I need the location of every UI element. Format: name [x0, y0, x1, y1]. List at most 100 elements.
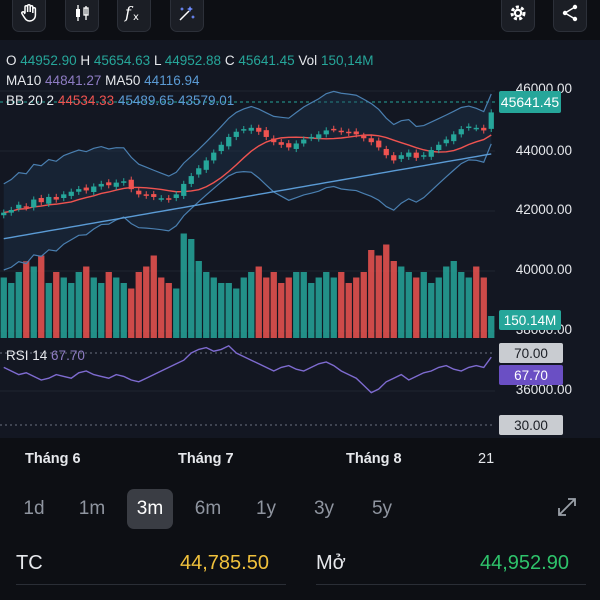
volume-bar: [240, 277, 247, 338]
volume-bar: [233, 288, 240, 338]
volume-bar: [375, 255, 382, 338]
volume-bar: [143, 266, 150, 338]
volume-bar: [195, 261, 202, 338]
close-label: C: [224, 53, 235, 68]
y-tick: 40000.00: [515, 262, 572, 277]
ma50-value: 44116.94: [144, 73, 200, 88]
volume-bar: [38, 255, 45, 338]
volume-bar: [188, 239, 195, 338]
volume-bar: [8, 283, 15, 338]
volume-badge: 150.14M: [499, 310, 561, 330]
period-1d[interactable]: 1d: [11, 489, 57, 529]
volume-bar: [353, 277, 360, 338]
volume-bar: [165, 283, 172, 338]
magic-indicator-icon[interactable]: [170, 0, 204, 32]
candle-body: [211, 152, 217, 161]
candle-body: [106, 182, 112, 186]
candlestick-icon[interactable]: [65, 0, 99, 32]
day-label: 21: [478, 451, 495, 467]
period-1y[interactable]: 1y: [243, 489, 289, 529]
volume-bar: [120, 283, 127, 338]
period-6m[interactable]: 6m: [185, 489, 231, 529]
tc-label: TC: [16, 552, 43, 574]
volume-bar: [330, 277, 337, 338]
candle-body: [316, 134, 322, 139]
stats-panel: TC 44,785.50 Mở 44,952.90: [0, 540, 600, 600]
price-chart[interactable]: O 44952.90 H 45654.63 L 44952.88 C 45641…: [0, 40, 600, 438]
candle-body: [233, 131, 239, 137]
volume-bar: [203, 272, 210, 338]
volume-bar: [30, 266, 37, 338]
volume-bar: [83, 266, 90, 338]
volume-bar: [443, 266, 450, 338]
volume-bar: [113, 277, 120, 338]
volume-bar: [53, 272, 60, 338]
candle-body: [481, 127, 487, 131]
volume-bar: [270, 272, 277, 338]
rsi-value-badge: 67.70: [499, 365, 563, 385]
high-value: 45654.63: [93, 53, 151, 68]
period-3m[interactable]: 3m: [127, 489, 173, 529]
share-icon[interactable]: [553, 0, 587, 32]
settings-gear-icon[interactable]: [501, 0, 535, 32]
volume-bar: [323, 272, 330, 338]
volume-bar: [23, 261, 30, 338]
candle-body: [23, 206, 29, 208]
volume-bar: [368, 250, 375, 338]
y-tick: 42000.00: [515, 202, 572, 217]
volume-bar: [285, 277, 292, 338]
candle-body: [158, 198, 164, 200]
bb-mid-value: 45489.65: [117, 93, 175, 108]
volume-bar: [428, 283, 435, 338]
period-1m[interactable]: 1m: [69, 489, 115, 529]
period-5y[interactable]: 5y: [359, 489, 405, 529]
volume-bar: [128, 288, 135, 338]
volume-bar: [15, 272, 22, 338]
volume-bar: [383, 244, 390, 338]
volume-bar: [390, 261, 397, 338]
candle-body: [451, 134, 457, 142]
candle-body: [203, 160, 209, 170]
volume-bar: [300, 272, 307, 338]
svg-text:x: x: [133, 12, 139, 23]
candle-body: [83, 187, 89, 191]
open-label: O: [6, 53, 17, 68]
candle-body: [293, 143, 299, 149]
bb-upper-value: 44534.33: [57, 93, 115, 108]
volume-bar: [473, 266, 480, 338]
volume-bar: [75, 272, 82, 338]
rsi-upper-badge: 70.00: [499, 343, 563, 363]
candle-body: [383, 148, 389, 156]
candle-body: [151, 194, 157, 197]
volume-bar: [278, 283, 285, 338]
volume-bar: [255, 266, 262, 338]
candle-body: [413, 152, 419, 158]
last-price-badge: 45641.45: [499, 91, 561, 113]
volume-bar: [68, 283, 75, 338]
expand-icon[interactable]: [556, 496, 578, 523]
candle-body: [436, 144, 442, 150]
candle-body: [143, 194, 149, 196]
candle-body: [308, 136, 314, 139]
volume-bar: [398, 266, 405, 338]
candle-body: [421, 155, 427, 157]
candle-body: [353, 131, 359, 135]
volume-bar: [338, 272, 345, 338]
volume-bar: [90, 277, 97, 338]
function-fx-icon[interactable]: fx: [117, 0, 151, 32]
ma10-label: MA10: [6, 73, 42, 88]
period-3y[interactable]: 3y: [301, 489, 347, 529]
hand-gesture-icon[interactable]: [12, 0, 46, 32]
vol-label: Vol: [298, 53, 318, 68]
y-tick: 44000.00: [515, 143, 572, 158]
volume-bar: [308, 283, 315, 338]
candle-body: [376, 140, 382, 148]
candle-body: [256, 127, 262, 132]
volume-bar: [413, 277, 420, 338]
period-selector: 1d 1m 3m 6m 1y 3y 5y: [0, 486, 600, 530]
candle-body: [38, 198, 44, 203]
candle-body: [1, 212, 7, 216]
candle-body: [61, 194, 67, 198]
volume-bar: [60, 277, 67, 338]
volume-bar: [105, 272, 112, 338]
